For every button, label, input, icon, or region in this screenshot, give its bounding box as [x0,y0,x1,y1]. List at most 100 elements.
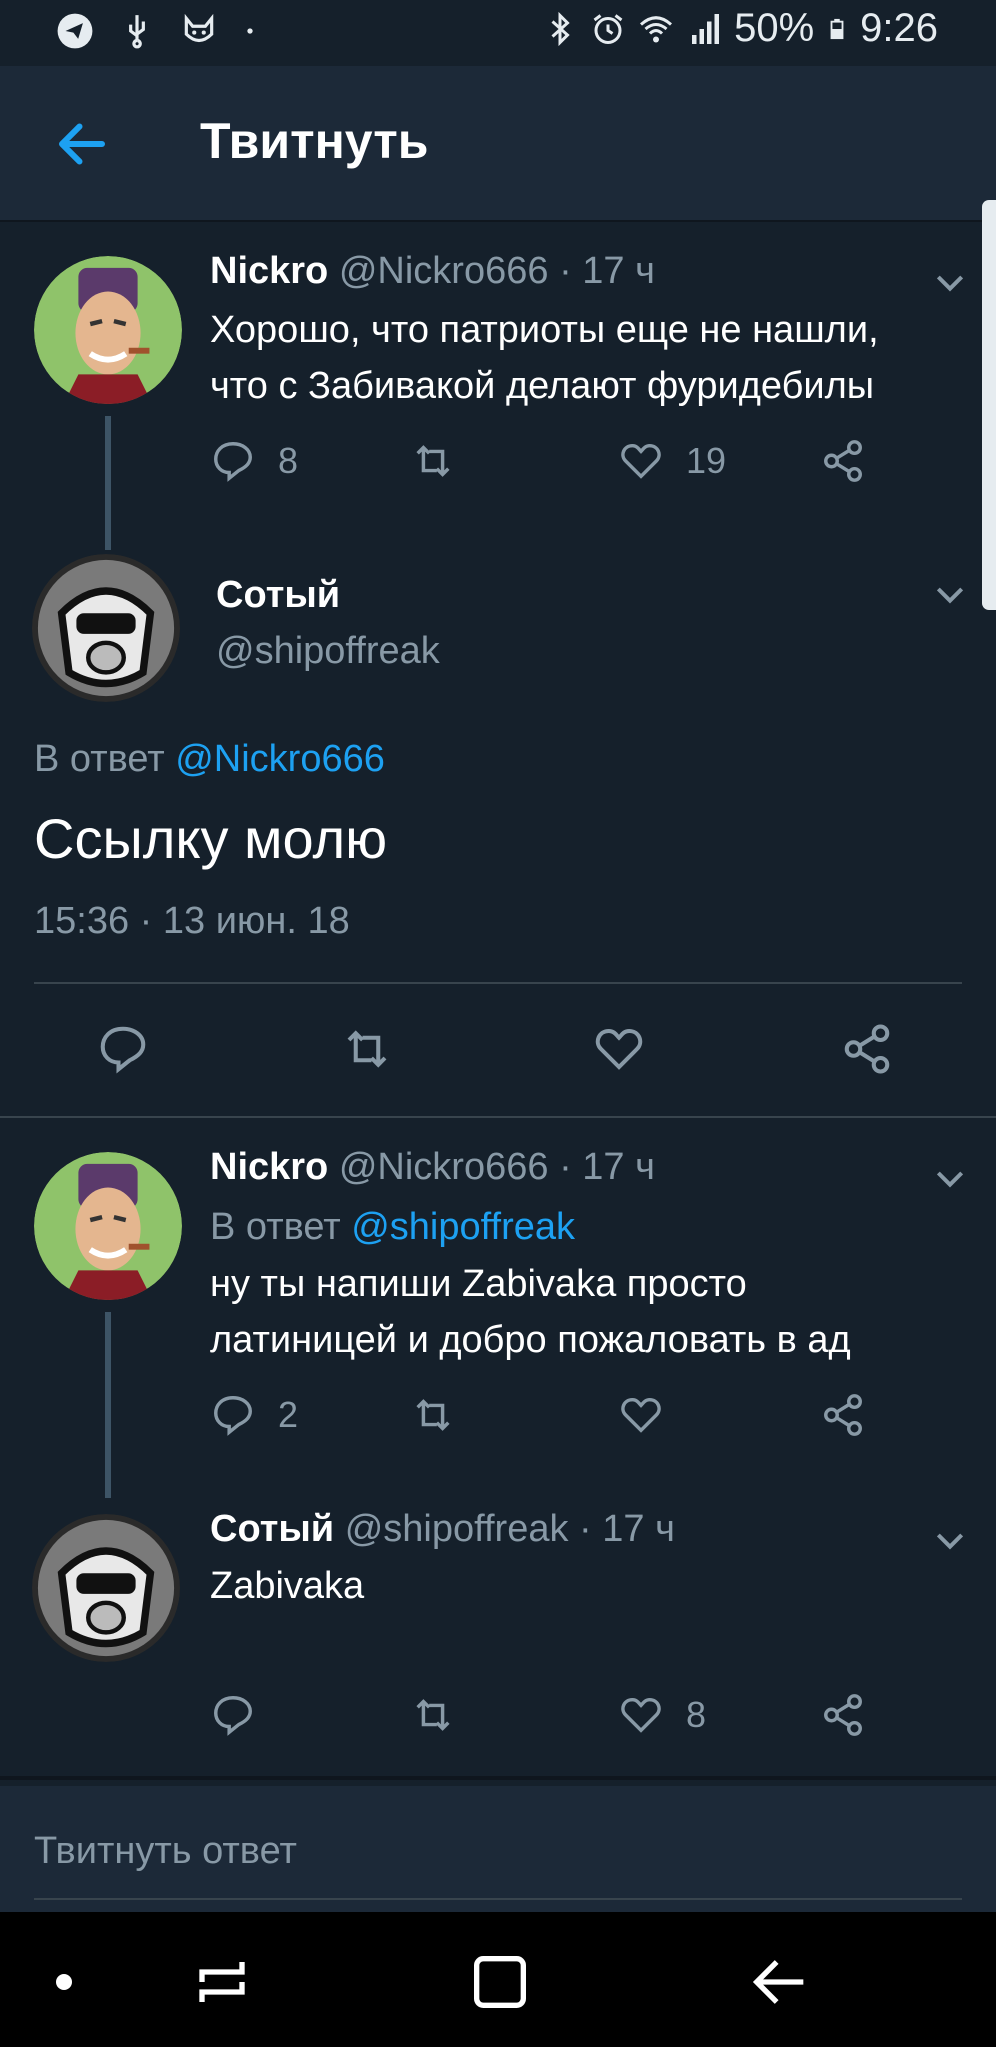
avatar[interactable] [34,256,182,404]
chevron-down-icon[interactable] [930,574,970,614]
author-handle[interactable]: @shipoffreak [216,630,440,673]
reply-button[interactable]: 2 [210,1392,298,1438]
like-button[interactable] [618,1392,664,1438]
section-divider [0,1776,996,1780]
tweet-text-line: латиницей и добро пожаловать в ад [210,1319,851,1361]
reply-to-prefix: В ответ [34,738,165,780]
bluetooth-icon [551,11,570,46]
author-name[interactable]: Nickro [210,250,328,292]
heart-icon [595,1028,643,1070]
like-button[interactable] [592,1022,646,1076]
tweet-text-line: что с Забивакой делают фуридебилы [210,365,875,407]
share-button[interactable] [820,1392,866,1438]
tweet-text: ну ты напиши Zabivaka просто латиницей и… [210,1256,851,1368]
tweet-sotyi-focused: Сотый @shipoffreak В ответ @Nickro666 Сс… [0,550,996,1116]
telegram-icon [57,13,93,49]
share-button[interactable] [840,1022,894,1076]
tweet-nickro-2[interactable]: Nickro @Nickro666 · 17 ч В ответ @shipof… [0,1118,996,1498]
avatar[interactable] [32,554,180,702]
back-arrow-icon[interactable] [52,114,112,174]
retweet-icon [347,1030,387,1068]
like-button[interactable]: 8 [618,1692,706,1738]
tweet-text: Zabivaka [210,1565,365,1607]
home-icon[interactable] [460,1942,540,2022]
battery-percent: 50% [734,6,815,50]
retweet-button[interactable] [410,1392,456,1438]
tweet-actions [96,1022,896,1078]
reply-to-link[interactable]: @Nickro666 [175,738,385,780]
reply-icon [214,1696,252,1736]
author-handle[interactable]: @shipoffreak [345,1508,569,1550]
tweet-time: · 17 ч [559,250,655,292]
share-icon [824,440,862,482]
retweet-button[interactable] [410,1692,456,1738]
heart-icon [621,1697,661,1733]
avatar[interactable] [34,1152,182,1300]
tweet-actions: 8 [210,1692,910,1748]
avatar[interactable] [32,1514,180,1662]
reply-input[interactable]: Твитнуть ответ [34,1830,297,1873]
retweet-icon [416,1399,450,1431]
author-handle[interactable]: @Nickro666 [339,250,549,292]
share-icon [824,1394,862,1436]
reply-count: 2 [278,1394,299,1435]
reply-icon [214,442,252,482]
author-handle[interactable]: @Nickro666 [339,1146,549,1188]
author-name[interactable]: Сотый [216,574,340,617]
tweet-text-line: Хорошо, что патриоты еще не нашли, [210,309,879,351]
status-bar: 50% 9:26 [0,0,996,66]
fox-icon [184,13,214,43]
share-button[interactable] [820,1692,866,1738]
retweet-icon [416,1699,450,1731]
divider [34,982,962,984]
retweet-icon [416,445,450,477]
like-count: 8 [686,1694,707,1735]
tweet-text: Хорошо, что патриоты еще не нашли, что с… [210,302,879,414]
tweet-nickro-1[interactable]: Nickro @Nickro666 · 17 ч Хорошо, что пат… [0,220,996,550]
tweet-actions: 8 19 [210,438,910,494]
recent-apps-icon[interactable] [182,1942,262,2022]
author-name[interactable]: Nickro [210,1146,328,1188]
like-count: 19 [686,440,727,481]
reply-icon [100,1026,146,1074]
thread-line [105,416,111,550]
chevron-down-icon[interactable] [930,1520,970,1560]
share-icon [824,1694,862,1736]
tweet-time: · 17 ч [579,1508,675,1550]
tweet-time: · 17 ч [559,1146,655,1188]
reply-composer[interactable]: Твитнуть ответ [0,1786,996,1912]
reply-to-link[interactable]: @shipoffreak [351,1206,575,1248]
reply-count: 8 [278,440,299,481]
thread-line [105,1312,111,1498]
focused-tweet-text: Ссылку молю [34,807,388,870]
signal-icon [692,13,720,44]
wifi-icon [640,15,673,42]
reply-button[interactable]: 8 [210,438,298,484]
like-button[interactable]: 19 [618,438,726,484]
page-title: Твитнуть [200,113,429,169]
back-icon[interactable] [740,1942,820,2022]
retweet-button[interactable] [340,1022,394,1076]
reply-icon [214,1396,252,1436]
retweet-button[interactable] [410,438,456,484]
app-bar: Твитнуть [0,66,996,222]
tweet-text-line: ну ты напиши Zabivaka просто [210,1263,747,1305]
tweet-sotyi-2[interactable]: Сотый @shipoffreak · 17 ч Zabivaka 8 [0,1498,996,1776]
clock-time: 9:26 [860,6,938,50]
battery-icon [830,18,844,39]
author-name[interactable]: Сотый [210,1508,334,1550]
dot-indicator-icon [56,1974,72,1990]
heart-icon [621,443,661,479]
share-button[interactable] [820,438,866,484]
chevron-down-icon[interactable] [930,1158,970,1198]
reply-button[interactable] [210,1692,256,1738]
reply-to-prefix: В ответ [210,1206,341,1248]
chevron-down-icon[interactable] [930,262,970,302]
reply-button[interactable] [96,1022,150,1076]
heart-icon [621,1397,661,1433]
system-nav-bar [0,1912,996,2047]
tweet-actions: 2 [210,1392,910,1448]
alarm-icon [593,13,623,44]
input-underline [34,1898,962,1900]
usb-icon [129,15,145,49]
